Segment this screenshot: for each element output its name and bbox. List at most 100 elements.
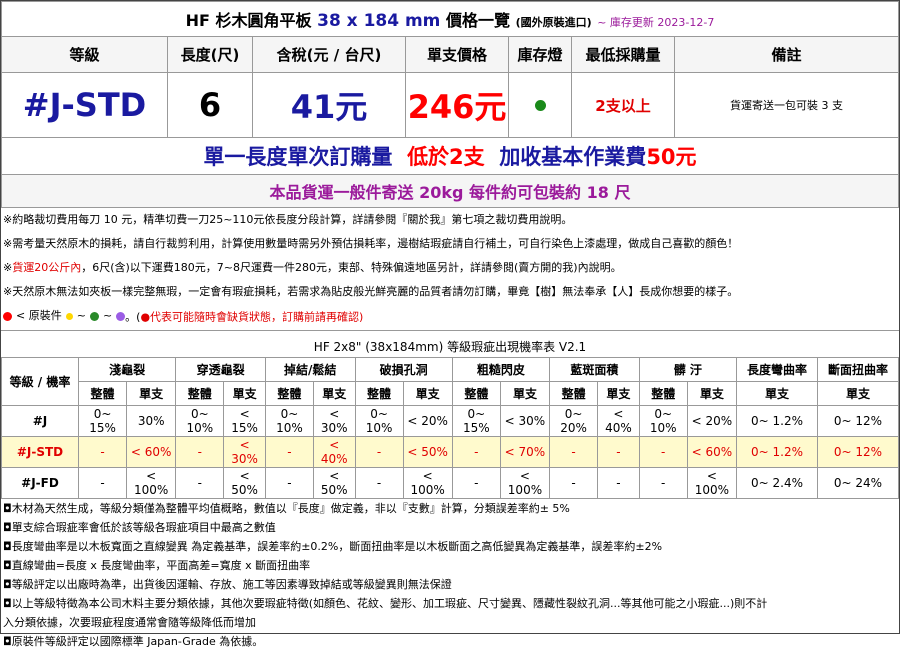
cell: < 70%: [499, 435, 551, 468]
title-dimension: 38 x 184 mm: [317, 11, 441, 31]
legend-label: < 原裝件: [16, 309, 62, 322]
footnote: ◘長度彎曲率是以木板寬面之直線變異 為定義基準，誤差率約±0.2%，斷面扭曲率是…: [3, 539, 663, 553]
sub-whole: 整體: [77, 380, 128, 406]
cell: 0~ 15%: [451, 404, 501, 437]
sub-whole: 整體: [549, 380, 599, 406]
cat-light-crack: 淺龜裂: [77, 356, 177, 382]
cat-twist: 斷面扭曲率: [817, 356, 899, 382]
cat-bend: 長度彎曲率: [736, 356, 818, 382]
cell: < 40%: [312, 435, 356, 468]
defect-sub-row: 整體 單支 整體 單支 整體 單支 整體 單支 整體 單支 整體 單支 整體 單支 單支 單支: [2, 380, 899, 406]
cat-loose-knot: 掉結/鬆結: [264, 356, 356, 382]
cell: -: [264, 435, 314, 468]
legend: < 原裝件 ~ ~: [3, 304, 126, 328]
stock-dot-icon: [534, 99, 546, 111]
legend-suffix: 。(: [125, 310, 141, 324]
sub-whole: 整體: [354, 380, 404, 406]
cell: < 20%: [402, 404, 453, 437]
product-note: 貨運寄送一包可裝 3 支: [674, 72, 899, 138]
legend-tilde-1: ~: [76, 309, 86, 322]
cell: < 60%: [686, 435, 738, 468]
sub-single: 單支: [126, 380, 177, 406]
cell: -: [638, 435, 688, 468]
cell: < 100%: [499, 466, 551, 499]
cell: 0~ 12%: [817, 435, 899, 468]
header-min-qty: 最低採購量: [571, 36, 675, 73]
product-length: 6: [167, 72, 253, 138]
cell: 0~ 10%: [354, 404, 404, 437]
cat-rough: 粗糙閃皮: [451, 356, 551, 382]
cell: -: [175, 466, 225, 499]
cell: -: [638, 466, 688, 499]
note-wastage: ※需考量天然原木的損耗，請自行裁剪利用，計算使用數量時需另外預估損耗率，邊樹結瑕…: [3, 237, 739, 250]
legend-row: < 原裝件 ~ ~ 。(●代表可能隨時會缺貨狀態，訂購前請再確認): [3, 304, 899, 330]
stock-light: [508, 72, 572, 138]
cell: 0~ 15%: [77, 404, 128, 437]
cell: -: [451, 466, 501, 499]
cell: 0~ 1.2%: [736, 435, 818, 468]
cell: < 100%: [126, 466, 177, 499]
cell: < 100%: [402, 466, 453, 499]
yellow-dot-icon: [65, 312, 73, 320]
cell: < 60%: [126, 435, 177, 468]
defect-row-j: #J 0~ 15% 30% 0~ 10% < 15% 0~ 10% < 30% 0~ …: [1, 404, 899, 437]
cell: -: [77, 435, 128, 468]
cat-dirt: 髒 汙: [638, 356, 738, 382]
note-defects: ※天然原木無法如夾板一樣完整無瑕，一定會有瑕疵損耗，若需求為貼皮般光鮮亮麗的品質…: [3, 285, 739, 298]
footnote: ◘單支綜合瑕疵率會低於該等級各瑕疵項目中最高之數值: [3, 520, 276, 534]
footnote: ◘等級評定以出廠時為準，出貨後因運輸、存放、施工等因素導致掉結或等級變異則無法保…: [3, 577, 452, 591]
defect-row-jfd: #J-FD - < 100% - < 50% - < 50% - < 100% - < 1…: [1, 466, 899, 499]
footnote: ◘直線彎曲=長度 x 長度彎曲率，平面高差=寬度 x 斷面扭曲率: [3, 558, 311, 572]
product-min-qty: 2支以上: [571, 72, 675, 138]
notes-section: ※約略裁切費用每刀 10 元，精準切費一刀25~110元依長度分段計算，詳請參閱…: [1, 208, 899, 330]
green-dot-icon: [89, 311, 99, 321]
cell: < 50%: [312, 466, 356, 499]
cell: -: [77, 466, 128, 499]
cell: -: [597, 466, 640, 499]
price-table: HF 杉木圓角平板 38 x 184 mm 價格一覽 (國外原裝進口) ~ 庫存…: [1, 1, 899, 208]
cat-blue-stain: 藍斑面積: [549, 356, 640, 382]
header-length: 長度(尺): [167, 36, 253, 73]
purple-dot-icon: [116, 311, 126, 321]
page-title: HF 杉木圓角平板 38 x 184 mm 價格一覽 (國外原裝進口) ~ 庫存…: [1, 1, 899, 37]
sub-whole: 整體: [638, 380, 688, 406]
cell: < 30%: [223, 435, 266, 468]
header-stock-light: 庫存燈: [508, 36, 572, 73]
cell: 0~ 20%: [549, 404, 599, 437]
sub-single: 單支: [499, 380, 551, 406]
sub-whole: 整體: [175, 380, 225, 406]
sub-single: 單支: [312, 380, 356, 406]
note-shipping-detail: ，6尺(含)以下運費180元，7~8尺運費一件280元，東部、特殊偏遠地區另計，…: [81, 261, 622, 274]
cell: 0~ 10%: [638, 404, 688, 437]
sub-single: 單支: [223, 380, 266, 406]
header-row: 等級 長度(尺) 含稅(元 / 台尺) 單支價格 庫存燈 最低採購量 備註: [1, 36, 899, 73]
title-main: HF 杉木圓角平板: [185, 11, 312, 30]
note-shipping-weight: 貨運20公斤內: [12, 261, 82, 274]
cell: 0~ 10%: [264, 404, 314, 437]
sub-whole: 整體: [451, 380, 501, 406]
header-note: 備註: [674, 36, 899, 73]
sub-single: 單支: [686, 380, 738, 406]
cell: -: [354, 466, 404, 499]
note-cut-fee: ※約略裁切費用每刀 10 元，精準切費一刀25~110元依長度分段計算，詳請參閱…: [3, 213, 573, 226]
cell: 0~ 12%: [817, 404, 899, 437]
cell: < 30%: [312, 404, 356, 437]
cell: -: [354, 435, 404, 468]
divider: [1, 329, 899, 337]
cell: < 50%: [402, 435, 453, 468]
cell: < 100%: [686, 466, 738, 499]
cell: < 30%: [499, 404, 551, 437]
cell: -: [264, 466, 314, 499]
banner-text-2: 低於2支: [407, 145, 485, 169]
cell: 0~ 10%: [175, 404, 225, 437]
cell: 0~ 2.4%: [736, 466, 818, 499]
legend-warning: ●代表可能隨時會缺貨狀態，訂購前請再確認): [140, 310, 364, 324]
row-grade: #J: [1, 404, 79, 437]
defect-category-row: 等級 / 機率 淺龜裂 穿透龜裂 掉結/鬆結 破損孔洞 粗糙閃皮 藍斑面積 髒 …: [1, 356, 899, 406]
footnote: 入分類依據，次要瑕疵程度通常會隨等級降低而增加: [3, 615, 256, 629]
banner-text-4: 50元: [646, 145, 697, 169]
stock-update: ~ 庫存更新 2023-12-7: [597, 16, 715, 29]
cell: < 40%: [597, 404, 640, 437]
footnote: ◘木材為天然生成，等級分類僅為整體平均值概略，數值以『長度』做定義，非以『支數』…: [3, 501, 570, 515]
banner-text-1: 單一長度單次訂購量: [203, 145, 393, 169]
